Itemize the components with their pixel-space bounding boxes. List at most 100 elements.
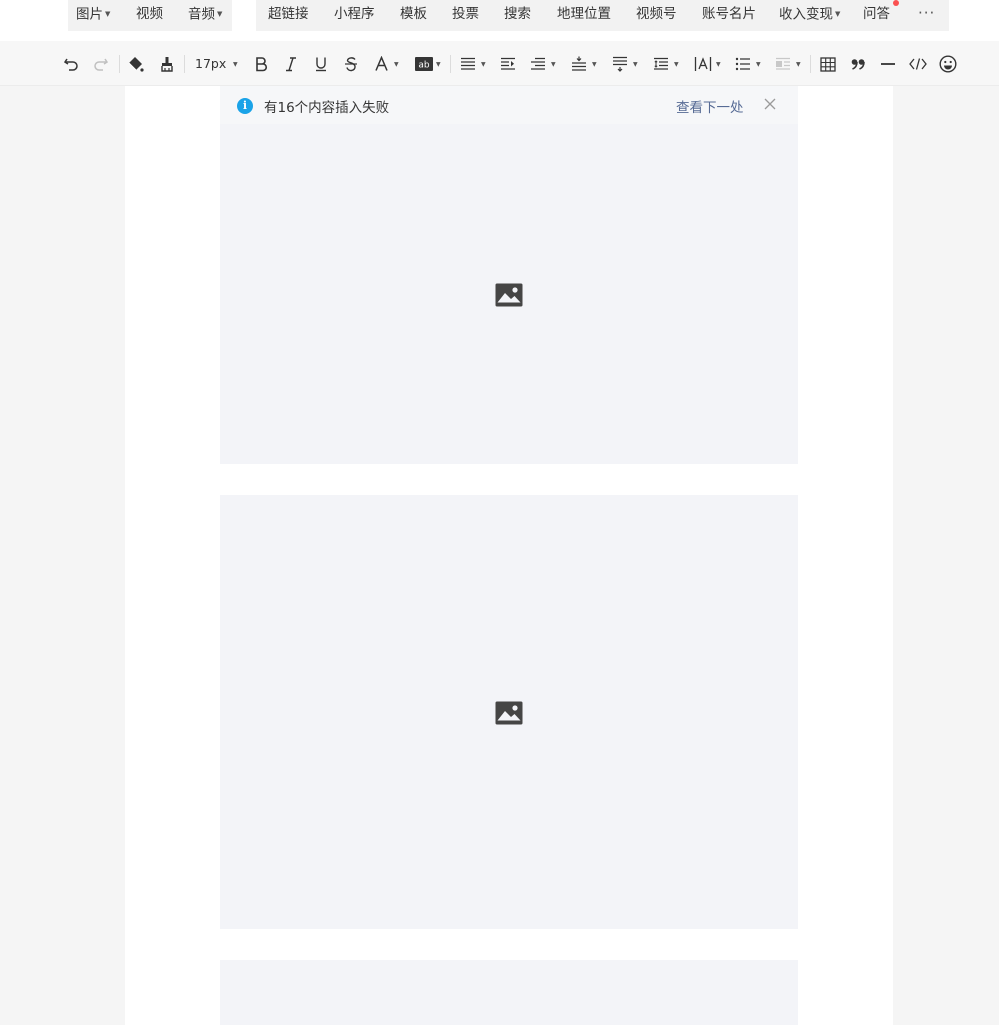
italic-button[interactable] bbox=[281, 52, 301, 76]
list-icon bbox=[735, 57, 750, 71]
menu-mini-program[interactable]: 小程序 bbox=[334, 0, 375, 31]
menu-location-label: 地理位置 bbox=[557, 6, 611, 22]
indent-icon bbox=[501, 57, 515, 70]
more-menu-button[interactable]: ··· bbox=[918, 0, 935, 31]
clear-format-icon bbox=[161, 57, 173, 72]
menu-video-label: 视频 bbox=[136, 6, 163, 22]
menu-vote[interactable]: 投票 bbox=[452, 0, 479, 31]
image-placeholder[interactable] bbox=[220, 124, 798, 464]
chevron-down-icon: ▼ bbox=[633, 61, 638, 68]
image-placeholder[interactable] bbox=[220, 960, 798, 1025]
insert-menu-bar: 图片 ▼ 视频 音频 ▼ 超链接 小程序 模板 投票 搜索 地理位置 视频号 账号名… bbox=[0, 0, 999, 41]
underline-button[interactable] bbox=[311, 52, 331, 76]
align-button[interactable] bbox=[458, 52, 478, 76]
line-height-button[interactable] bbox=[651, 52, 671, 76]
image-placeholder[interactable] bbox=[220, 495, 798, 929]
chevron-down-icon: ▼ bbox=[436, 61, 441, 68]
menu-video[interactable]: 视频 bbox=[136, 0, 163, 31]
font-color-button[interactable] bbox=[371, 52, 391, 76]
format-painter-button[interactable] bbox=[125, 52, 145, 76]
menu-channels[interactable]: 视频号 bbox=[636, 0, 677, 31]
clear-format-button[interactable] bbox=[157, 52, 177, 76]
menu-account-card-label: 账号名片 bbox=[702, 6, 756, 22]
chevron-down-icon: ▼ bbox=[674, 61, 679, 68]
menu-search[interactable]: 搜索 bbox=[504, 0, 531, 31]
first-line-indent-icon bbox=[531, 57, 545, 70]
menu-location[interactable]: 地理位置 bbox=[557, 0, 611, 31]
chevron-down-icon: ▼ bbox=[592, 61, 597, 68]
image-placeholder-icon bbox=[495, 283, 523, 307]
font-size-select[interactable]: 17px bbox=[195, 52, 226, 76]
menu-monetize-label: 收入变现 bbox=[779, 6, 833, 23]
underline-icon bbox=[316, 57, 326, 72]
menu-monetize[interactable]: 收入变现 ▼ bbox=[779, 0, 840, 31]
font-color-icon bbox=[374, 56, 388, 71]
code-button[interactable] bbox=[908, 52, 928, 76]
menu-qa-label: 问答 bbox=[863, 6, 890, 22]
chevron-down-icon: ▼ bbox=[756, 61, 761, 68]
undo-icon bbox=[63, 58, 78, 71]
strikethrough-button[interactable] bbox=[341, 52, 361, 76]
redo-button[interactable] bbox=[91, 52, 111, 76]
chevron-down-icon: ▼ bbox=[105, 10, 111, 18]
menu-qa[interactable]: 问答 bbox=[863, 0, 890, 31]
chevron-down-icon: ▼ bbox=[217, 10, 223, 18]
menu-image-label: 图片 bbox=[76, 6, 103, 23]
emoji-button[interactable] bbox=[938, 52, 958, 76]
close-icon bbox=[764, 98, 776, 110]
background-color-icon: ab bbox=[415, 57, 433, 71]
menu-audio[interactable]: 音频 ▼ bbox=[188, 0, 222, 31]
chevron-down-icon: ▼ bbox=[716, 61, 721, 68]
font-size-value: 17px bbox=[195, 56, 227, 71]
menu-hyperlink[interactable]: 超链接 bbox=[268, 0, 309, 31]
table-button[interactable] bbox=[818, 52, 838, 76]
chevron-down-icon: ▼ bbox=[233, 61, 238, 68]
indent-button[interactable] bbox=[498, 52, 518, 76]
format-toolbar: 17px ▼ ▼ ab ▼ ▼ ▼ ▼ ▼ ▼ ▼ ▼ ▼ bbox=[0, 41, 999, 86]
paragraph-spacing-after-icon bbox=[613, 56, 627, 72]
letter-spacing-icon bbox=[694, 57, 712, 71]
menu-hyperlink-label: 超链接 bbox=[268, 6, 309, 22]
paragraph-spacing-after-button[interactable] bbox=[610, 52, 630, 76]
divider-button[interactable] bbox=[878, 52, 898, 76]
toolbar-divider bbox=[450, 55, 451, 73]
menu-search-label: 搜索 bbox=[504, 6, 531, 22]
redo-icon bbox=[94, 58, 109, 71]
code-icon bbox=[909, 58, 927, 70]
info-icon: i bbox=[237, 98, 253, 114]
background-color-button[interactable]: ab bbox=[413, 52, 435, 76]
menu-template[interactable]: 模板 bbox=[400, 0, 427, 31]
list-button[interactable] bbox=[733, 52, 753, 76]
menu-vote-label: 投票 bbox=[452, 6, 479, 22]
chevron-down-icon: ▼ bbox=[481, 61, 486, 68]
view-next-link[interactable]: 查看下一处 bbox=[676, 96, 744, 116]
menu-account-card[interactable]: 账号名片 bbox=[702, 0, 756, 31]
svg-text:ab: ab bbox=[418, 61, 430, 71]
italic-icon bbox=[286, 57, 296, 72]
letter-spacing-button[interactable] bbox=[692, 52, 714, 76]
undo-button[interactable] bbox=[61, 52, 81, 76]
align-icon bbox=[461, 57, 475, 70]
float-button[interactable] bbox=[773, 52, 793, 76]
toolbar-divider bbox=[810, 55, 811, 73]
paragraph-spacing-before-icon bbox=[572, 56, 586, 71]
chevron-down-icon: ▼ bbox=[394, 61, 399, 68]
paragraph-spacing-before-button[interactable] bbox=[569, 52, 589, 76]
bold-icon bbox=[256, 57, 267, 72]
menu-image[interactable]: 图片 ▼ bbox=[76, 0, 110, 31]
chevron-down-icon: ▼ bbox=[835, 10, 841, 18]
image-placeholder-icon bbox=[495, 701, 523, 725]
toolbar-divider bbox=[184, 55, 185, 73]
first-line-indent-button[interactable] bbox=[528, 52, 548, 76]
quote-button[interactable] bbox=[848, 52, 868, 76]
bold-button[interactable] bbox=[251, 52, 271, 76]
insert-failure-notice: i 有16个内容插入失败 查看下一处 bbox=[220, 86, 798, 124]
divider-icon bbox=[881, 63, 895, 65]
notice-text: 有16个内容插入失败 bbox=[264, 100, 390, 116]
close-notice-button[interactable] bbox=[762, 96, 778, 112]
table-icon bbox=[820, 56, 836, 72]
menu-mini-program-label: 小程序 bbox=[334, 6, 375, 22]
chevron-down-icon: ▼ bbox=[796, 61, 801, 68]
format-painter-icon bbox=[128, 56, 144, 72]
quote-icon bbox=[851, 59, 865, 70]
